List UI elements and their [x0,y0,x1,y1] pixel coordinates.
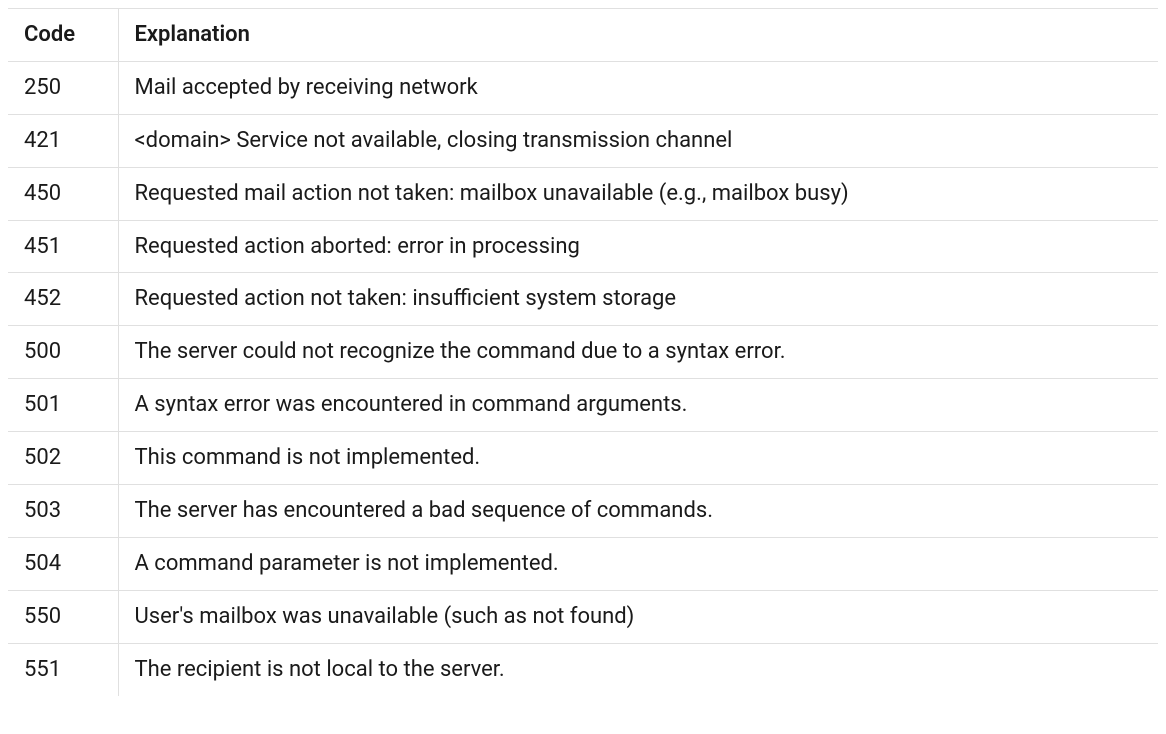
cell-explanation: <domain> Service not available, closing … [118,114,1158,167]
cell-explanation: Requested mail action not taken: mailbox… [118,167,1158,220]
cell-explanation: Mail accepted by receiving network [118,61,1158,114]
cell-code: 450 [8,167,118,220]
table-row: 451 Requested action aborted: error in p… [8,220,1158,273]
cell-explanation: The server has encountered a bad sequenc… [118,485,1158,538]
cell-code: 250 [8,61,118,114]
table-row: 550 User's mailbox was unavailable (such… [8,590,1158,643]
smtp-codes-table: Code Explanation 250 Mail accepted by re… [8,8,1158,696]
cell-explanation: A syntax error was encountered in comman… [118,379,1158,432]
cell-explanation: Requested action not taken: insufficient… [118,273,1158,326]
table-row: 502 This command is not implemented. [8,432,1158,485]
cell-code: 503 [8,485,118,538]
cell-explanation: This command is not implemented. [118,432,1158,485]
table-row: 500 The server could not recognize the c… [8,326,1158,379]
cell-code: 451 [8,220,118,273]
cell-explanation: A command parameter is not implemented. [118,537,1158,590]
table-row: 250 Mail accepted by receiving network [8,61,1158,114]
table-row: 551 The recipient is not local to the se… [8,643,1158,695]
table-row: 501 A syntax error was encountered in co… [8,379,1158,432]
cell-explanation: User's mailbox was unavailable (such as … [118,590,1158,643]
cell-code: 501 [8,379,118,432]
cell-code: 452 [8,273,118,326]
cell-code: 551 [8,643,118,695]
cell-explanation: The recipient is not local to the server… [118,643,1158,695]
cell-code: 504 [8,537,118,590]
cell-code: 502 [8,432,118,485]
cell-code: 421 [8,114,118,167]
cell-code: 500 [8,326,118,379]
table-row: 421 <domain> Service not available, clos… [8,114,1158,167]
table-row: 503 The server has encountered a bad seq… [8,485,1158,538]
table-row: 452 Requested action not taken: insuffic… [8,273,1158,326]
cell-explanation: Requested action aborted: error in proce… [118,220,1158,273]
table-row: 450 Requested mail action not taken: mai… [8,167,1158,220]
cell-code: 550 [8,590,118,643]
header-code: Code [8,9,118,62]
cell-explanation: The server could not recognize the comma… [118,326,1158,379]
table-header-row: Code Explanation [8,9,1158,62]
header-explanation: Explanation [118,9,1158,62]
table-row: 504 A command parameter is not implement… [8,537,1158,590]
